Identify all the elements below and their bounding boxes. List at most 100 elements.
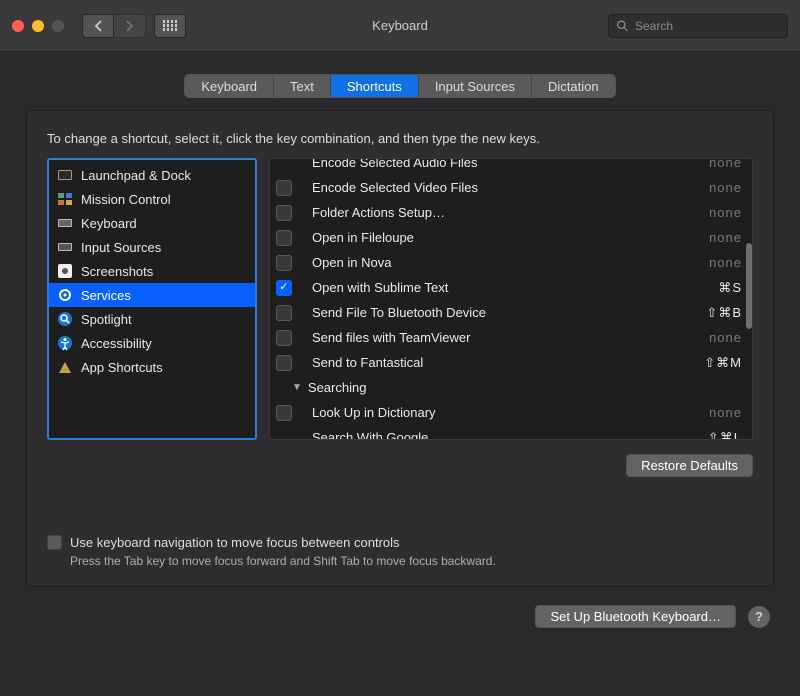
service-checkbox[interactable] [276, 330, 292, 346]
service-row[interactable]: Open with Sublime Text ⌘S [270, 275, 752, 300]
screenshots-icon [57, 263, 73, 279]
service-shortcut[interactable]: none [709, 255, 742, 270]
sidebar-item-label: Keyboard [81, 216, 137, 231]
service-row[interactable]: Search With Google ⇧⌘L [270, 425, 752, 439]
service-checkbox[interactable] [276, 180, 292, 196]
service-shortcut[interactable]: ⇧⌘B [706, 305, 742, 321]
window-title: Keyboard [372, 18, 428, 33]
zoom-button [52, 20, 64, 32]
service-label: Search With Google [312, 430, 708, 439]
minimize-button[interactable] [32, 20, 44, 32]
two-pane: Launchpad & Dock Mission Control Keyboar… [47, 158, 753, 440]
sidebar-item-accessibility[interactable]: Accessibility [49, 331, 255, 355]
service-shortcut[interactable]: ⌘S [718, 280, 742, 296]
tab-text[interactable]: Text [274, 75, 331, 97]
category-sidebar[interactable]: Launchpad & Dock Mission Control Keyboar… [47, 158, 257, 440]
service-label: Encode Selected Audio Files [312, 159, 709, 170]
service-row[interactable]: Send to Fantastical ⇧⌘M [270, 350, 752, 375]
service-label: Open in Fileloupe [312, 230, 709, 245]
service-shortcut[interactable]: ⇧⌘L [708, 430, 742, 440]
restore-row: Restore Defaults [47, 454, 753, 477]
panel: To change a shortcut, select it, click t… [26, 110, 774, 587]
back-button[interactable] [82, 14, 114, 38]
scrollbar[interactable] [746, 243, 752, 329]
service-checkbox[interactable] [276, 255, 292, 271]
sidebar-item-label: Input Sources [81, 240, 161, 255]
service-row[interactable]: Folder Actions Setup… none [270, 200, 752, 225]
sidebar-item-label: Spotlight [81, 312, 132, 327]
forward-button [114, 14, 146, 38]
disclosure-triangle-icon[interactable]: ▼ [292, 382, 302, 393]
sidebar-item-launchpad[interactable]: Launchpad & Dock [49, 163, 255, 187]
service-label: Send to Fantastical [312, 355, 704, 370]
tab-shortcuts[interactable]: Shortcuts [331, 75, 419, 97]
service-shortcut[interactable]: none [709, 180, 742, 195]
sidebar-item-label: Services [81, 288, 131, 303]
service-row[interactable]: Look Up in Dictionary none [270, 400, 752, 425]
sidebar-item-services[interactable]: Services [49, 283, 255, 307]
service-checkbox[interactable] [276, 230, 292, 246]
keyboard-icon [57, 215, 73, 231]
service-label: Send files with TeamViewer [312, 330, 709, 345]
close-button[interactable] [12, 20, 24, 32]
show-all-button[interactable] [154, 14, 186, 38]
tab-keyboard[interactable]: Keyboard [185, 75, 274, 97]
mission-control-icon [57, 191, 73, 207]
tab-input-sources[interactable]: Input Sources [419, 75, 532, 97]
service-label: Folder Actions Setup… [312, 205, 709, 220]
service-shortcut[interactable]: none [709, 159, 742, 170]
sidebar-item-spotlight[interactable]: Spotlight [49, 307, 255, 331]
service-shortcut[interactable]: none [709, 230, 742, 245]
input-sources-icon [57, 239, 73, 255]
instruction-text: To change a shortcut, select it, click t… [47, 131, 753, 146]
service-checkbox[interactable] [276, 205, 292, 221]
service-checkbox[interactable] [276, 305, 292, 321]
service-row[interactable]: Open in Nova none [270, 250, 752, 275]
sidebar-item-keyboard[interactable]: Keyboard [49, 211, 255, 235]
bluetooth-keyboard-button[interactable]: Set Up Bluetooth Keyboard… [535, 605, 736, 628]
service-group[interactable]: ▼ Searching [270, 375, 752, 400]
sidebar-item-label: Launchpad & Dock [81, 168, 191, 183]
sidebar-item-app-shortcuts[interactable]: App Shortcuts [49, 355, 255, 379]
service-row[interactable]: Encode Selected Audio Files none [270, 159, 752, 175]
sidebar-item-mission-control[interactable]: Mission Control [49, 187, 255, 211]
grid-icon [163, 20, 178, 31]
tab-dictation[interactable]: Dictation [532, 75, 615, 97]
service-checkbox[interactable] [276, 405, 292, 421]
sidebar-item-input-sources[interactable]: Input Sources [49, 235, 255, 259]
service-label: Encode Selected Video Files [312, 180, 709, 195]
service-label: Send File To Bluetooth Device [312, 305, 706, 320]
group-label: Searching [308, 380, 367, 395]
kbnav-help: Press the Tab key to move focus forward … [70, 554, 753, 568]
traffic-lights [12, 20, 64, 32]
service-row[interactable]: Open in Fileloupe none [270, 225, 752, 250]
launchpad-icon [57, 167, 73, 183]
service-label: Open in Nova [312, 255, 709, 270]
nav-group [82, 14, 146, 38]
search-input[interactable] [608, 14, 788, 38]
service-shortcut[interactable]: none [709, 405, 742, 420]
service-shortcut[interactable]: ⇧⌘M [704, 355, 742, 371]
service-shortcut[interactable]: none [709, 205, 742, 220]
titlebar: Keyboard [0, 0, 800, 52]
kbnav-row: Use keyboard navigation to move focus be… [47, 535, 753, 550]
kbnav-checkbox[interactable] [47, 535, 62, 550]
service-label: Open with Sublime Text [312, 280, 718, 295]
services-list[interactable]: Encode Selected Audio Files none Encode … [269, 158, 753, 440]
sidebar-item-label: App Shortcuts [81, 360, 163, 375]
sidebar-item-screenshots[interactable]: Screenshots [49, 259, 255, 283]
app-shortcuts-icon [57, 359, 73, 375]
help-button[interactable]: ? [748, 606, 770, 628]
gear-icon [57, 287, 73, 303]
service-row[interactable]: Encode Selected Video Files none [270, 175, 752, 200]
sidebar-item-label: Mission Control [81, 192, 171, 207]
search-icon [616, 19, 629, 32]
restore-defaults-button[interactable]: Restore Defaults [626, 454, 753, 477]
service-row[interactable]: Send files with TeamViewer none [270, 325, 752, 350]
tabbar: Keyboard Text Shortcuts Input Sources Di… [0, 52, 800, 110]
service-checkbox[interactable] [276, 280, 292, 296]
service-row[interactable]: Send File To Bluetooth Device ⇧⌘B [270, 300, 752, 325]
service-checkbox[interactable] [276, 355, 292, 371]
service-shortcut[interactable]: none [709, 330, 742, 345]
kbnav-label: Use keyboard navigation to move focus be… [70, 535, 400, 550]
